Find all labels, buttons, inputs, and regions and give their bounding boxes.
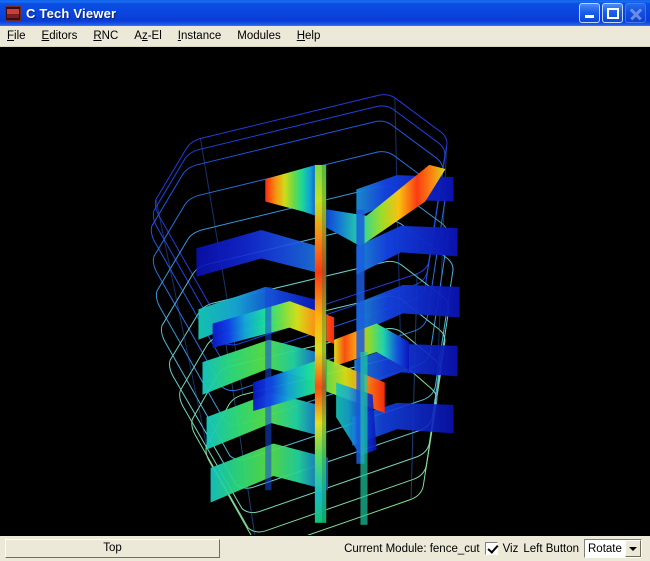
menu-item-editors[interactable]: Editors (42, 28, 86, 44)
close-button[interactable] (625, 3, 646, 23)
minimize-button[interactable] (579, 3, 600, 23)
menu-item-az-el[interactable]: Az-El (134, 28, 169, 44)
chevron-down-icon[interactable] (625, 540, 641, 557)
status-right-group: Current Module: fence_cut Viz Left Butto… (344, 539, 644, 558)
application-window: C Tech Viewer File Editors RNC Az-El Ins… (0, 0, 650, 561)
left-button-label: Left Button (523, 542, 579, 555)
3d-render-viewport[interactable] (0, 47, 650, 535)
maximize-button[interactable] (602, 3, 623, 23)
window-controls (579, 3, 648, 23)
viz-checkbox[interactable] (484, 542, 498, 555)
menu-bar: File Editors RNC Az-El Instance Modules … (0, 26, 650, 47)
menu-item-instance[interactable]: Instance (178, 28, 229, 44)
mouse-mode-value: Rotate (588, 542, 622, 555)
title-bar: C Tech Viewer (0, 0, 650, 26)
menu-item-rnc[interactable]: RNC (93, 28, 126, 44)
mouse-mode-dropdown[interactable]: Rotate (584, 539, 642, 558)
menu-item-modules[interactable]: Modules (237, 28, 288, 44)
fence-diagram-render (0, 47, 650, 535)
viz-label: Viz (502, 542, 519, 555)
menu-item-help[interactable]: Help (297, 28, 329, 44)
app-icon (5, 5, 21, 21)
menu-item-file[interactable]: File (7, 28, 34, 44)
window-title: C Tech Viewer (26, 5, 117, 21)
current-module-label: Current Module: fence_cut (344, 542, 480, 555)
central-core-column (314, 164, 328, 523)
top-view-button[interactable]: Top (5, 539, 220, 558)
status-bar: Top Current Module: fence_cut Viz Left B… (0, 535, 650, 561)
